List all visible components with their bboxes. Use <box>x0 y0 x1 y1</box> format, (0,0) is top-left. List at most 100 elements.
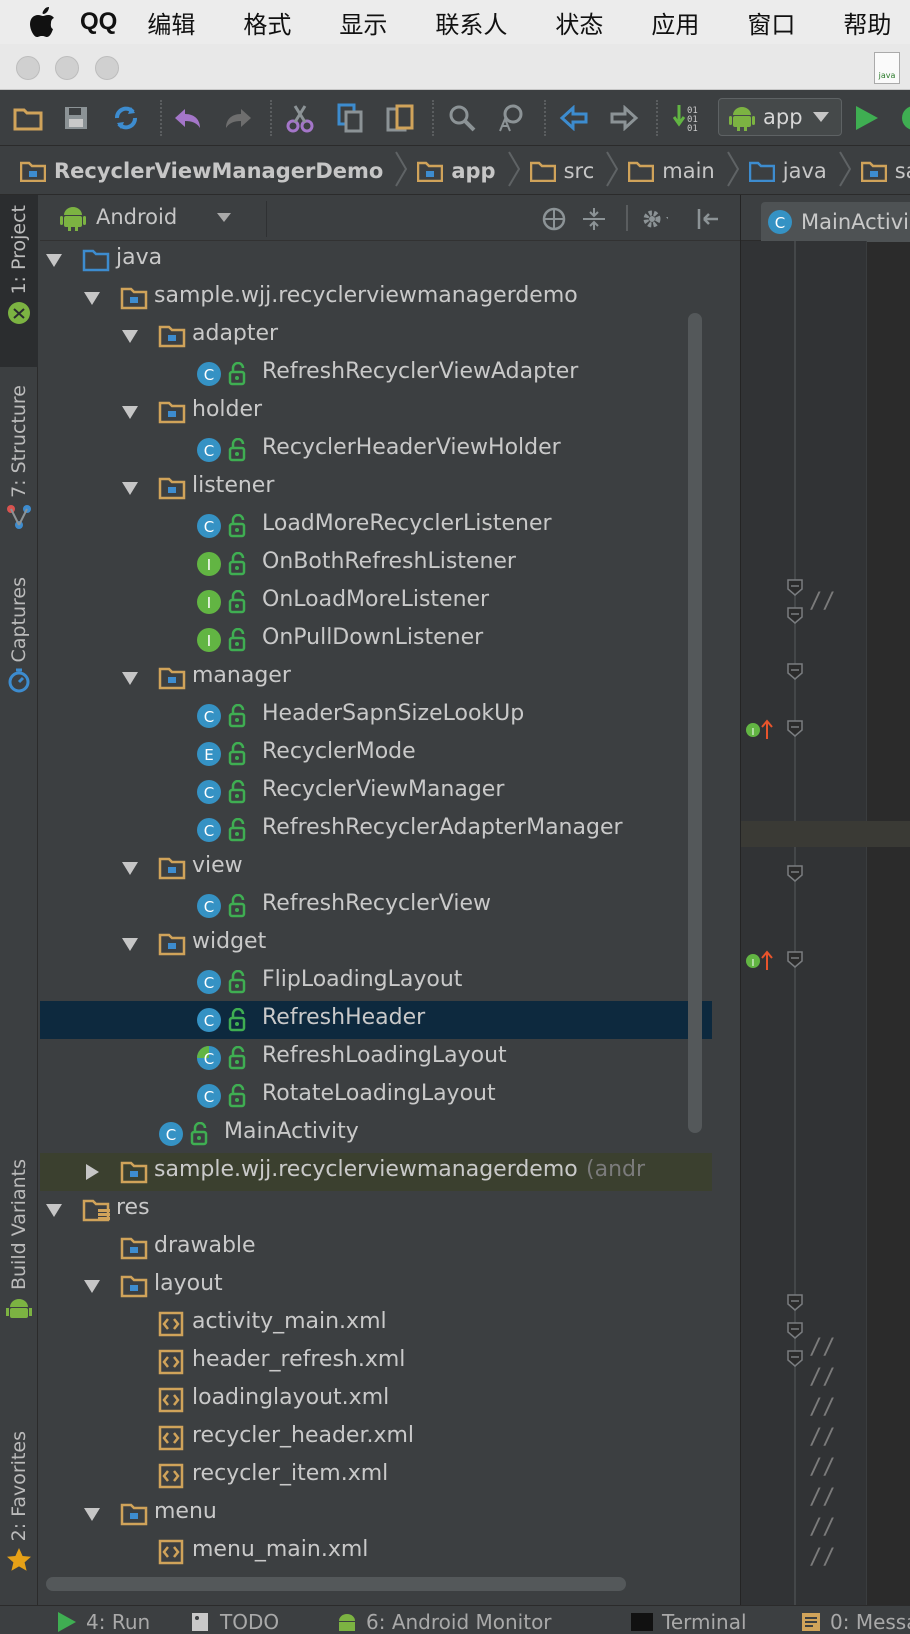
fold-marker-icon[interactable] <box>786 1349 804 1367</box>
copy-icon[interactable] <box>334 102 366 134</box>
tab-captures[interactable]: Captures <box>0 573 38 713</box>
project-tree-vertical-scrollbar[interactable] <box>688 313 702 1133</box>
tree-row[interactable]: C RefreshRecyclerView <box>40 887 712 925</box>
tree-row[interactable]: listener <box>40 469 712 507</box>
tab-project[interactable]: 1: Project <box>0 195 38 367</box>
run-configuration-dropdown[interactable]: app <box>718 98 842 136</box>
tree-row[interactable]: view <box>40 849 712 887</box>
tree-row[interactable]: I OnPullDownListener <box>40 621 712 659</box>
expanded-arrow-icon[interactable] <box>82 288 102 308</box>
zoom-window-button[interactable] <box>95 56 119 80</box>
fold-marker-icon[interactable] <box>786 864 804 882</box>
expanded-arrow-icon[interactable] <box>44 250 64 270</box>
gear-icon[interactable] <box>640 205 668 233</box>
expanded-arrow-icon[interactable] <box>120 402 140 422</box>
tree-row[interactable]: C RecyclerHeaderViewHolder <box>40 431 712 469</box>
expanded-arrow-icon[interactable] <box>44 1200 64 1220</box>
override-marker-icon[interactable]: I <box>745 719 775 739</box>
tab-main-activity[interactable]: C MainActivi <box>761 202 910 242</box>
fold-marker-icon[interactable] <box>786 578 804 596</box>
undo-icon[interactable] <box>172 102 204 134</box>
hide-panel-icon[interactable] <box>694 205 722 233</box>
tree-row[interactable]: menu <box>40 1495 712 1533</box>
expanded-arrow-icon[interactable] <box>120 478 140 498</box>
expanded-arrow-icon[interactable] <box>82 1276 102 1296</box>
menu-view[interactable]: 显示 <box>339 5 387 40</box>
tree-row[interactable]: C RefreshLoadingLayout <box>40 1039 712 1077</box>
tab-todo[interactable]: TODO <box>190 1610 279 1634</box>
breadcrumb-item-sample[interactable]: samp <box>860 147 910 194</box>
debug-icon[interactable] <box>892 102 910 134</box>
redo-icon[interactable] <box>222 102 254 134</box>
tree-row[interactable]: res <box>40 1191 712 1229</box>
replace-icon[interactable] <box>496 102 528 134</box>
paste-icon[interactable] <box>384 102 416 134</box>
save-icon[interactable] <box>60 102 92 134</box>
tree-row[interactable]: recycler_item.xml <box>40 1457 712 1495</box>
breadcrumb-item-main[interactable]: main <box>628 147 748 194</box>
expanded-arrow-icon[interactable] <box>120 934 140 954</box>
tree-row[interactable]: C RefreshHeader <box>40 1001 712 1039</box>
override-marker-icon[interactable]: I <box>745 950 775 970</box>
java-file-proxy-icon[interactable]: java <box>874 52 900 84</box>
menu-format[interactable]: 格式 <box>243 5 291 40</box>
tab-android-monitor[interactable]: 6: Android Monitor <box>336 1610 552 1634</box>
tree-row[interactable]: loadinglayout.xml <box>40 1381 712 1419</box>
collapsed-arrow-icon[interactable] <box>82 1162 102 1182</box>
tree-row[interactable]: layout <box>40 1267 712 1305</box>
tree-row[interactable]: C RefreshRecyclerAdapterManager <box>40 811 712 849</box>
tree-row[interactable]: C RefreshRecyclerViewAdapter <box>40 355 712 393</box>
breadcrumb-item-java[interactable]: java <box>748 147 861 194</box>
tab-favorites[interactable]: 2: Favorites <box>0 1427 38 1599</box>
project-tree-horizontal-scrollbar[interactable] <box>46 1577 626 1591</box>
expanded-arrow-icon[interactable] <box>120 668 140 688</box>
tree-row[interactable]: manager <box>40 659 712 697</box>
tree-row[interactable]: adapter <box>40 317 712 355</box>
fold-marker-icon[interactable] <box>786 606 804 624</box>
sync-icon[interactable] <box>110 102 142 134</box>
tree-row[interactable]: activity_main.xml <box>40 1305 712 1343</box>
tree-row[interactable]: I OnBothRefreshListener <box>40 545 712 583</box>
tree-row[interactable]: C MainActivity <box>40 1115 712 1153</box>
tab-build-variants[interactable]: Build Variants <box>0 1155 38 1385</box>
menu-window[interactable]: 窗口 <box>747 5 795 40</box>
scroll-from-source-icon[interactable] <box>540 205 568 233</box>
menu-contacts[interactable]: 联系人 <box>435 5 507 40</box>
tab-messages[interactable]: 0: Messa <box>800 1610 910 1634</box>
minimize-window-button[interactable] <box>55 56 79 80</box>
tree-row[interactable]: C RecyclerViewManager <box>40 773 712 811</box>
tree-row[interactable]: E RecyclerMode <box>40 735 712 773</box>
apple-menu-icon[interactable] <box>30 7 56 37</box>
menu-help[interactable]: 帮助 <box>843 5 891 40</box>
tab-terminal[interactable]: Terminal <box>630 1610 747 1634</box>
back-icon[interactable] <box>558 102 590 134</box>
forward-icon[interactable] <box>608 102 640 134</box>
collapse-all-icon[interactable] <box>580 205 608 233</box>
menu-edit[interactable]: 编辑 <box>147 5 195 40</box>
tree-row[interactable]: C FlipLoadingLayout <box>40 963 712 1001</box>
tree-row[interactable]: sample.wjj.recyclerviewmanagerdemo (andr <box>40 1153 712 1191</box>
tree-row[interactable]: header_refresh.xml <box>40 1343 712 1381</box>
run-icon[interactable] <box>850 102 882 134</box>
expanded-arrow-icon[interactable] <box>82 1504 102 1524</box>
expanded-arrow-icon[interactable] <box>120 858 140 878</box>
fold-marker-icon[interactable] <box>786 662 804 680</box>
tree-row[interactable]: widget <box>40 925 712 963</box>
app-menu-qq[interactable]: QQ <box>80 8 117 36</box>
breadcrumb-item-app[interactable]: app <box>417 147 529 194</box>
close-window-button[interactable] <box>16 56 40 80</box>
fold-marker-icon[interactable] <box>786 719 804 737</box>
tree-row[interactable]: holder <box>40 393 712 431</box>
tree-row[interactable]: drawable <box>40 1229 712 1267</box>
tree-row[interactable]: menu_main.xml <box>40 1533 712 1571</box>
make-project-icon[interactable]: 01 01 01 <box>672 102 704 134</box>
tree-row[interactable]: C LoadMoreRecyclerListener <box>40 507 712 545</box>
tree-row[interactable]: C RotateLoadingLayout <box>40 1077 712 1115</box>
tree-row[interactable]: C HeaderSapnSizeLookUp <box>40 697 712 735</box>
cut-icon[interactable] <box>284 102 316 134</box>
menu-apps[interactable]: 应用 <box>651 5 699 40</box>
fold-marker-icon[interactable] <box>786 950 804 968</box>
tab-run[interactable]: 4: Run <box>56 1610 150 1634</box>
tab-structure[interactable]: 7: Structure <box>0 375 38 545</box>
find-icon[interactable] <box>446 102 478 134</box>
